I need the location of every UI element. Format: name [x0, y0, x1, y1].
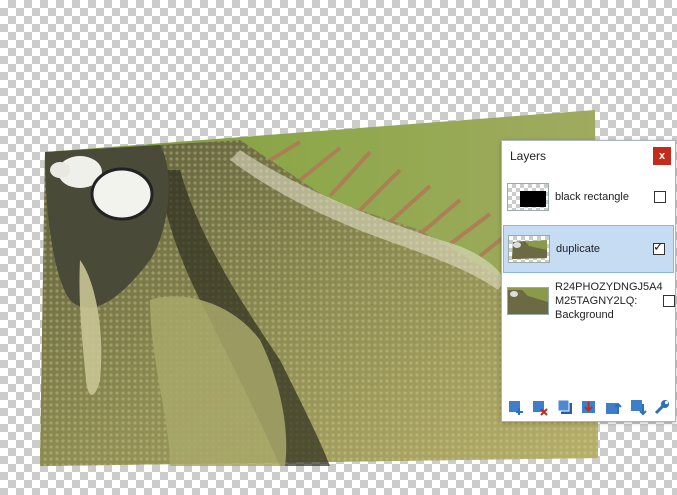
layer-name: duplicate: [556, 243, 601, 255]
layer-row-background[interactable]: R24PHOZYDNGJ5A4 M25TAGNY2LQ: Background: [503, 277, 675, 325]
layers-panel-header: Layers x: [502, 141, 675, 171]
layers-panel-title: Layers: [510, 149, 547, 163]
close-button[interactable]: x: [653, 147, 671, 165]
layer-visibility-checkbox[interactable]: ✓: [653, 239, 665, 255]
checkmark-icon: ✓: [653, 239, 664, 254]
layer-thumbnail: [507, 183, 549, 211]
duplicate-layer-icon[interactable]: [556, 398, 574, 416]
layer-visibility-checkbox[interactable]: [662, 295, 675, 307]
layer-row-black-rectangle[interactable]: black rectangle: [503, 173, 674, 221]
layers-panel: Layers x black rectangle duplicate ✓ R24…: [501, 140, 676, 422]
layer-properties-icon[interactable]: [653, 398, 671, 416]
layer-thumbnail: [507, 287, 549, 315]
merge-down-icon[interactable]: [580, 398, 598, 416]
add-layer-icon[interactable]: [507, 398, 525, 416]
layer-row-duplicate[interactable]: duplicate ✓: [503, 225, 674, 273]
delete-layer-icon[interactable]: [531, 398, 549, 416]
layers-toolbar: [504, 397, 674, 417]
layer-name: black rectangle: [555, 191, 629, 203]
close-icon: x: [658, 150, 666, 162]
layer-thumbnail: [508, 235, 550, 263]
move-layer-down-icon[interactable]: [629, 398, 647, 416]
move-layer-up-icon[interactable]: [604, 398, 622, 416]
layer-name: R24PHOZYDNGJ5A4 M25TAGNY2LQ: Background: [555, 281, 663, 321]
layer-visibility-checkbox[interactable]: [654, 191, 666, 203]
